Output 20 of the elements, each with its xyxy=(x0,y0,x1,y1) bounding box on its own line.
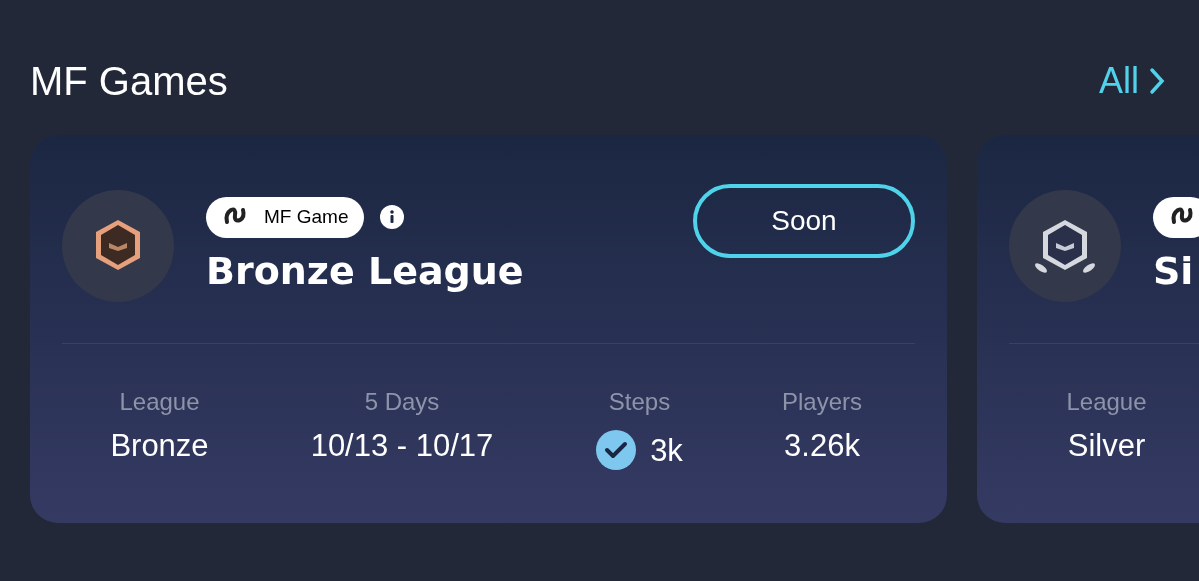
stat-value: 3k xyxy=(650,434,683,466)
league-title: Bronze League xyxy=(206,247,525,295)
soon-button[interactable]: Soon xyxy=(693,184,915,258)
league-title: Si xyxy=(1153,247,1195,295)
section-title: MF Games xyxy=(30,58,228,105)
stat-value: 3.26k xyxy=(784,430,860,461)
stat-label: League xyxy=(1066,390,1147,414)
stat-value: Bronze xyxy=(110,430,209,461)
stat-label: League xyxy=(119,390,200,414)
stat-value: 10/13 - 10/17 xyxy=(310,430,494,461)
stat-label: Players xyxy=(782,390,862,414)
game-tag: MF Game xyxy=(206,196,365,238)
info-icon[interactable] xyxy=(380,205,405,230)
stat-label: 5 Days xyxy=(364,390,440,414)
chevron-right-icon xyxy=(1149,67,1165,95)
league-card[interactable]: MF Game Bronze League Soon League Bronze 5 Days 10/13 - 10/17 Steps 3k Players 3.26k xyxy=(30,135,947,523)
stat-label: Steps xyxy=(608,390,671,414)
league-card[interactable]: Si League Silver xyxy=(977,135,1199,523)
stat-value: Silver xyxy=(1067,430,1146,461)
all-link[interactable]: All xyxy=(1099,54,1165,108)
